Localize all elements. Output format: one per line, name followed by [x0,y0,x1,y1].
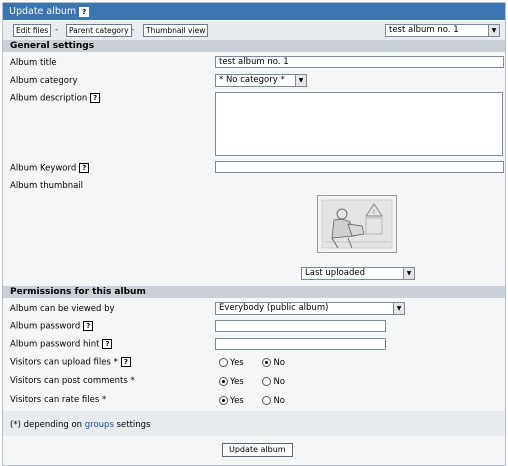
help-icon[interactable]: ? [79,163,90,173]
album-category-select[interactable]: * No category * ▼ [215,74,307,87]
dropdown-arrow-icon: ▼ [295,75,306,86]
dropdown-arrow-icon: ▼ [393,303,404,314]
groups-link[interactable]: groups [85,420,114,430]
album-thumbnail-label: Album thumbnail [10,181,84,191]
general-settings-heading: General settings [3,40,505,52]
album-title-label: Album title [10,58,57,68]
dropdown-arrow-icon: ▼ [488,25,499,36]
update-album-button[interactable]: Update album [222,443,293,457]
help-icon[interactable]: ? [83,321,94,331]
upload-yes-option[interactable]: Yes [219,358,244,368]
album-select-value: test album no. 1 [389,25,459,35]
thumbnail-select[interactable]: Last uploaded ▼ [301,267,415,280]
update-album-panel: Update album? Edit files - Parent catego… [2,2,506,466]
titlebar: Update album? [3,3,505,20]
thumbnail-sketch-icon: ! [318,196,396,252]
album-category-label: Album category [10,76,78,86]
toolbar-separator: - [131,25,135,35]
album-password-input[interactable] [215,320,386,332]
upload-files-radio-group: Yes No [219,358,301,368]
rate-files-label: Visitors can rate files * [10,395,107,405]
comments-yes-option[interactable]: Yes [219,377,244,387]
help-icon[interactable]: ? [102,339,113,349]
album-keyword-input[interactable] [215,161,504,173]
viewed-by-select[interactable]: Everybody (public album) ▼ [215,302,405,315]
toolbar: Edit files - Parent category - Thumbnail… [3,21,505,40]
album-title-input[interactable]: test album no. 1 [215,56,504,68]
post-comments-radio-group: Yes No [219,377,301,387]
album-password-hint-input[interactable] [215,338,386,350]
footer-note: (*) depending on groups settings [3,411,505,436]
radio-icon[interactable] [262,396,272,405]
viewed-by-label: Album can be viewed by [10,304,115,314]
album-category-value: * No category * [219,75,285,85]
rate-yes-option[interactable]: Yes [219,396,244,406]
album-password-hint-label: Album password hint? [10,339,113,350]
edit-files-button[interactable]: Edit files [13,24,52,37]
upload-no-option[interactable]: No [262,358,285,368]
album-description-textarea[interactable] [215,92,503,156]
rate-files-radio-group: Yes No [219,396,301,406]
upload-files-label: Visitors can upload files *? [10,357,131,368]
album-password-label: Album password? [10,321,94,332]
album-thumbnail-image[interactable]: ! [317,195,397,253]
radio-icon[interactable] [262,377,272,386]
help-icon[interactable]: ? [90,93,101,103]
permissions-heading: Permissions for this album [3,286,505,298]
album-select[interactable]: test album no. 1 ▼ [385,24,500,37]
thumbnail-select-value: Last uploaded [305,268,365,278]
radio-selected-icon[interactable] [219,396,228,405]
radio-selected-icon[interactable] [262,358,272,367]
dropdown-arrow-icon: ▼ [403,268,414,279]
thumbnail-view-button[interactable]: Thumbnail view [143,24,209,37]
radio-selected-icon[interactable] [219,377,228,386]
panel-title: Update album [9,6,77,17]
album-keyword-label: Album Keyword? [10,163,90,174]
help-icon[interactable]: ? [120,357,131,367]
comments-no-option[interactable]: No [262,377,285,387]
rate-no-option[interactable]: No [262,396,285,406]
radio-icon[interactable] [219,358,228,367]
album-description-label: Album description? [10,93,101,104]
parent-category-button[interactable]: Parent category [66,24,132,37]
viewed-by-value: Everybody (public album) [219,303,329,313]
help-icon[interactable]: ? [79,6,90,17]
toolbar-separator: - [55,25,59,35]
post-comments-label: Visitors can post comments * [10,376,135,386]
